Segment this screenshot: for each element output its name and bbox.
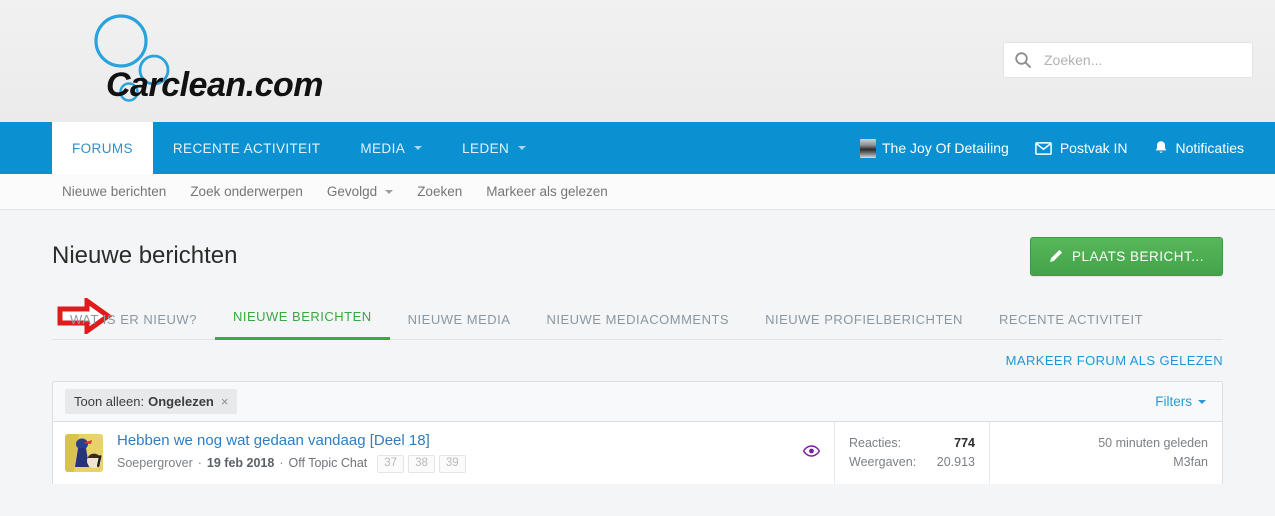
nav-item-recente-activiteit[interactable]: RECENTE ACTIVITEIT <box>153 122 340 174</box>
subnav-label: Markeer als gelezen <box>486 184 608 199</box>
subnav-label: Zoeken <box>417 184 463 199</box>
chevron-down-icon <box>385 189 394 194</box>
subnav-item-markeer-als-gelezen[interactable]: Markeer als gelezen <box>474 184 620 199</box>
chevron-down-icon <box>518 146 527 150</box>
nav-item-username[interactable]: The Joy Of Detailing <box>847 138 1022 158</box>
nav-label: MEDIA <box>360 140 406 156</box>
nav-item-media[interactable]: MEDIA <box>340 122 442 174</box>
subnav-label: Gevolgd <box>326 184 378 199</box>
content-tabs: WAT IS ER NIEUW? NIEUWE BERICHTEN NIEUWE… <box>52 296 1223 340</box>
filter-chip-ongelezen[interactable]: Toon alleen: Ongelezen × <box>65 389 238 414</box>
thread-date: 19 feb 2018 <box>206 455 275 470</box>
mark-forum-read-link[interactable]: MARKEER FORUM ALS GELEZEN <box>1006 353 1223 368</box>
site-logo[interactable]: Carclean.com <box>52 8 324 114</box>
nav-label: RECENTE ACTIVITEIT <box>172 140 321 156</box>
filters-label: Filters <box>1155 394 1192 409</box>
stat-views: Weergaven: 20.913 <box>849 453 975 472</box>
tab-label: NIEUWE BERICHTEN <box>232 309 372 324</box>
last-post-time[interactable]: 50 minuten geleden <box>1004 434 1208 453</box>
thread-title-link[interactable]: Hebben we nog wat gedaan vandaag [Deel 1… <box>117 433 466 450</box>
thread-text: Hebben we nog wat gedaan vandaag [Deel 1… <box>117 433 466 473</box>
bell-icon <box>1154 140 1168 156</box>
tab-label: RECENTE ACTIVITEIT <box>998 312 1144 327</box>
tab-nieuwe-media[interactable]: NIEUWE MEDIA <box>390 312 529 340</box>
nav-username-label: The Joy Of Detailing <box>881 140 1009 156</box>
post-thread-label: PLAATS BERICHT... <box>1071 248 1204 264</box>
thread-pages: 37 38 39 <box>377 454 466 473</box>
nav-label: FORUMS <box>72 140 133 156</box>
page-link[interactable]: 38 <box>408 454 435 473</box>
search-icon <box>1014 51 1032 69</box>
nav-item-forums[interactable]: FORUMS <box>52 122 153 174</box>
nav-item-notifications[interactable]: Notificaties <box>1141 140 1257 156</box>
subnav-label: Nieuwe berichten <box>62 184 167 199</box>
post-thread-button[interactable]: PLAATS BERICHT... <box>1029 236 1223 276</box>
filter-chip-value: Ongelezen <box>148 394 214 409</box>
tab-label: NIEUWE PROFIELBERICHTEN <box>765 312 963 327</box>
meta-separator: · <box>279 455 284 470</box>
nav-label: LEDEN <box>462 140 510 156</box>
filter-bar: Toon alleen: Ongelezen × Filters <box>53 382 1222 422</box>
chevron-down-icon <box>1198 399 1206 404</box>
stat-label: Weergaven: <box>849 455 917 470</box>
nav-notifications-label: Notificaties <box>1175 140 1244 156</box>
filter-chip-prefix: Toon alleen: <box>74 394 145 409</box>
tab-label: NIEUWE MEDIA <box>407 312 511 327</box>
nav-item-inbox[interactable]: Postvak IN <box>1022 140 1141 156</box>
subnav-item-zoek-onderwerpen[interactable]: Zoek onderwerpen <box>178 184 315 199</box>
logo-wordmark: Carclean.com <box>106 66 324 104</box>
nav-item-leden[interactable]: LEDEN <box>442 122 546 174</box>
stat-replies: Reacties: 774 <box>849 434 975 453</box>
search-box[interactable] <box>1003 42 1253 78</box>
chevron-down-icon <box>414 146 423 150</box>
tab-nieuwe-mediacomments[interactable]: NIEUWE MEDIACOMMENTS <box>528 312 747 340</box>
user-avatar-icon <box>859 138 876 158</box>
page-body: Nieuwe berichten PLAATS BERICHT... WAT I… <box>0 210 1275 516</box>
thread-node[interactable]: Off Topic Chat <box>289 456 368 471</box>
nav-user-area: The Joy Of Detailing Postvak IN Notifica… <box>847 122 1257 174</box>
thread-author[interactable]: Soepergrover <box>117 456 193 471</box>
meta-separator: · <box>197 455 202 470</box>
page-title: Nieuwe berichten <box>52 242 238 269</box>
close-icon[interactable]: × <box>221 394 229 409</box>
subnav-item-gevolgd[interactable]: Gevolgd <box>315 184 405 199</box>
thread-list-card: Toon alleen: Ongelezen × Filters Hebben … <box>52 381 1223 484</box>
last-post-user[interactable]: M3fan <box>1004 453 1208 472</box>
tab-wat-is-er-nieuw[interactable]: WAT IS ER NIEUW? <box>52 312 215 340</box>
thread-meta: Soepergrover · 19 feb 2018 · Off Topic C… <box>117 454 466 473</box>
tab-label: WAT IS ER NIEUW? <box>70 312 197 327</box>
eye-icon[interactable] <box>802 444 821 462</box>
tab-nieuwe-berichten[interactable]: NIEUWE BERICHTEN <box>214 309 390 340</box>
thread-stats-cell: Reacties: 774 Weergaven: 20.913 <box>834 422 989 484</box>
mark-forum-read-row: MARKEER FORUM ALS GELEZEN <box>0 340 1275 368</box>
stat-label: Reacties: <box>849 436 902 450</box>
main-navigation: FORUMS RECENTE ACTIVITEIT MEDIA LEDEN Th… <box>0 122 1275 174</box>
subnav-label: Zoek onderwerpen <box>190 184 303 199</box>
page-link[interactable]: 39 <box>438 454 466 473</box>
pencil-icon <box>1049 249 1063 263</box>
avatar[interactable] <box>65 434 103 472</box>
thread-main-cell: Hebben we nog wat gedaan vandaag [Deel 1… <box>53 422 834 484</box>
thread-last-post-cell: 50 minuten geleden M3fan <box>989 422 1222 484</box>
subnav-item-nieuwe-berichten[interactable]: Nieuwe berichten <box>52 184 178 199</box>
stat-value: 20.913 <box>936 455 975 470</box>
search-input[interactable] <box>1042 43 1242 77</box>
subnav-item-zoeken[interactable]: Zoeken <box>405 184 474 199</box>
page-title-row: Nieuwe berichten PLAATS BERICHT... <box>0 210 1275 280</box>
envelope-icon <box>1034 141 1052 155</box>
sub-navigation: Nieuwe berichten Zoek onderwerpen Gevolg… <box>0 174 1275 210</box>
table-row: Hebben we nog wat gedaan vandaag [Deel 1… <box>53 422 1222 484</box>
page-link[interactable]: 37 <box>377 454 405 473</box>
nav-inbox-label: Postvak IN <box>1059 140 1128 156</box>
tab-nieuwe-profielberichten[interactable]: NIEUWE PROFIELBERICHTEN <box>747 312 981 340</box>
stat-value: 774 <box>954 436 975 450</box>
tab-recente-activiteit[interactable]: RECENTE ACTIVITEIT <box>981 312 1161 340</box>
tab-label: NIEUWE MEDIACOMMENTS <box>546 312 730 327</box>
site-header: Carclean.com <box>0 0 1275 122</box>
filters-dropdown[interactable]: Filters <box>1155 394 1206 409</box>
